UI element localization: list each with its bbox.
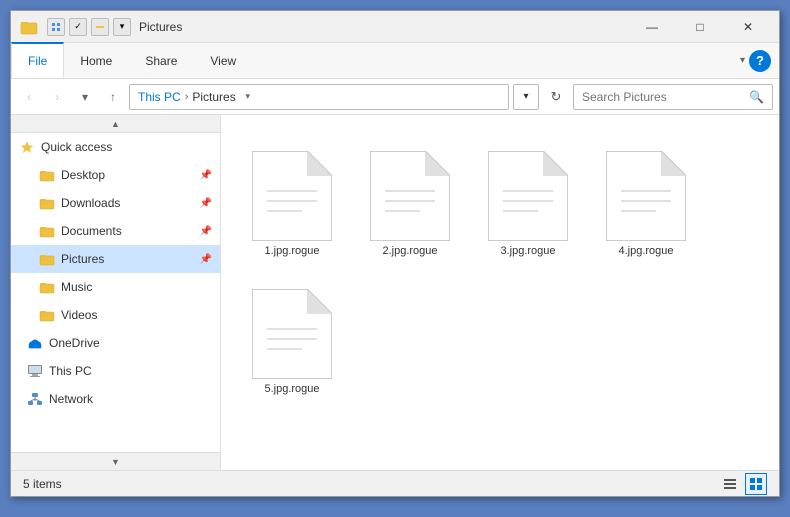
- tab-share[interactable]: Share: [129, 43, 194, 78]
- close-button[interactable]: ✕: [725, 11, 771, 43]
- computer-icon: [27, 363, 43, 379]
- help-button[interactable]: ?: [749, 50, 771, 72]
- downloads-pin: 📌: [200, 198, 212, 209]
- tab-file[interactable]: File: [11, 42, 64, 78]
- back-button[interactable]: ‹: [17, 85, 41, 109]
- sidebar-item-documents[interactable]: Documents 📌: [11, 217, 220, 245]
- star-icon: [19, 139, 35, 155]
- file-icon-2: [370, 151, 450, 241]
- file-label-4: 4.jpg.rogue: [618, 245, 673, 257]
- title-bar: ✓ ▾ Pictures — □ ✕: [11, 11, 779, 43]
- list-view-button[interactable]: [719, 473, 741, 495]
- file-label-3: 3.jpg.rogue: [500, 245, 555, 257]
- path-pictures: Pictures: [192, 90, 235, 104]
- sidebar-item-network[interactable]: Network: [11, 385, 220, 413]
- pictures-folder-icon: [39, 251, 55, 267]
- address-path[interactable]: This PC › Pictures ▾: [129, 84, 509, 110]
- path-sep-1: ›: [185, 91, 189, 103]
- sidebar-item-thispc[interactable]: This PC: [11, 357, 220, 385]
- desktop-folder-icon: [39, 167, 55, 183]
- pictures-pin: 📌: [200, 254, 212, 265]
- quick-access-toolbar: ✓ ▾: [47, 18, 131, 36]
- search-input[interactable]: [582, 90, 745, 104]
- sidebar-item-videos[interactable]: Videos: [11, 301, 220, 329]
- network-icon: [27, 391, 43, 407]
- documents-label: Documents: [61, 224, 122, 238]
- sidebar-item-pictures[interactable]: Pictures 📌: [11, 245, 220, 273]
- desktop-pin: 📌: [200, 170, 212, 181]
- downloads-folder-icon: [39, 195, 55, 211]
- file-icon-4: [606, 151, 686, 241]
- item-count: 5 items: [23, 477, 62, 491]
- window-title: Pictures: [139, 20, 629, 34]
- file-explorer-window: ✓ ▾ Pictures — □ ✕ File Home Share View …: [10, 10, 780, 497]
- network-label: Network: [49, 392, 93, 406]
- music-label: Music: [61, 280, 92, 294]
- onedrive-label: OneDrive: [49, 336, 100, 350]
- file-label-5: 5.jpg.rogue: [264, 383, 319, 395]
- minimize-button[interactable]: —: [629, 11, 675, 43]
- maximize-button[interactable]: □: [677, 11, 723, 43]
- qs-btn-1[interactable]: [47, 18, 65, 36]
- videos-label: Videos: [61, 308, 97, 322]
- thispc-label: This PC: [49, 364, 92, 378]
- file-icon-5: [252, 289, 332, 379]
- path-end-chevron[interactable]: ▾: [240, 89, 256, 105]
- tab-view[interactable]: View: [194, 43, 253, 78]
- file-label-1: 1.jpg.rogue: [264, 245, 319, 257]
- sidebar-scroll-down[interactable]: ▼: [11, 452, 220, 470]
- main-area: ▲ Quick access Desktop 📌: [11, 115, 779, 470]
- file-item-5[interactable]: 5.jpg.rogue: [237, 269, 347, 399]
- qs-dropdown[interactable]: ▾: [113, 18, 131, 36]
- downloads-label: Downloads: [61, 196, 120, 210]
- music-folder-icon: [39, 279, 55, 295]
- window-icon: [19, 17, 39, 37]
- address-bar: ‹ › ▾ ↑ This PC › Pictures ▾ ▾ ↻ 🔍: [11, 79, 779, 115]
- qs-btn-2[interactable]: ✓: [69, 18, 87, 36]
- up-button[interactable]: ↑: [101, 85, 125, 109]
- dropdown-arrow[interactable]: ▾: [73, 85, 97, 109]
- search-icon[interactable]: 🔍: [749, 90, 764, 104]
- ribbon-right: ▾ ?: [740, 43, 779, 78]
- file-item-4[interactable]: 4.jpg.rogue: [591, 131, 701, 261]
- file-icon-1: [252, 151, 332, 241]
- quick-access-label: Quick access: [41, 140, 112, 154]
- pictures-label: Pictures: [61, 252, 104, 266]
- sidebar-item-desktop[interactable]: Desktop 📌: [11, 161, 220, 189]
- sidebar-item-quick-access[interactable]: Quick access: [11, 133, 220, 161]
- videos-folder-icon: [39, 307, 55, 323]
- documents-pin: 📌: [200, 226, 212, 237]
- ribbon-collapse[interactable]: ▾: [740, 55, 745, 66]
- documents-folder-icon: [39, 223, 55, 239]
- search-box[interactable]: 🔍: [573, 84, 773, 110]
- sidebar: ▲ Quick access Desktop 📌: [11, 115, 221, 470]
- file-item-2[interactable]: 2.jpg.rogue: [355, 131, 465, 261]
- tab-home[interactable]: Home: [64, 43, 129, 78]
- sidebar-item-downloads[interactable]: Downloads 📌: [11, 189, 220, 217]
- address-dropdown[interactable]: ▾: [513, 84, 539, 110]
- ribbon: File Home Share View ▾ ?: [11, 43, 779, 79]
- sidebar-item-music[interactable]: Music: [11, 273, 220, 301]
- view-controls: [719, 473, 767, 495]
- status-bar: 5 items: [11, 470, 779, 496]
- qs-btn-3[interactable]: [91, 18, 109, 36]
- sidebar-scroll-up[interactable]: ▲: [11, 115, 220, 133]
- sidebar-item-onedrive[interactable]: OneDrive: [11, 329, 220, 357]
- refresh-button[interactable]: ↻: [543, 84, 569, 110]
- icon-view-button[interactable]: [745, 473, 767, 495]
- file-area: 1.jpg.rogue 2.jpg.rogue: [221, 115, 779, 470]
- file-label-2: 2.jpg.rogue: [382, 245, 437, 257]
- window-controls: — □ ✕: [629, 11, 771, 43]
- forward-button[interactable]: ›: [45, 85, 69, 109]
- file-icon-3: [488, 151, 568, 241]
- file-item-3[interactable]: 3.jpg.rogue: [473, 131, 583, 261]
- path-thispc: This PC: [138, 90, 181, 104]
- desktop-label: Desktop: [61, 168, 105, 182]
- cloud-icon: [27, 335, 43, 351]
- file-item-1[interactable]: 1.jpg.rogue: [237, 131, 347, 261]
